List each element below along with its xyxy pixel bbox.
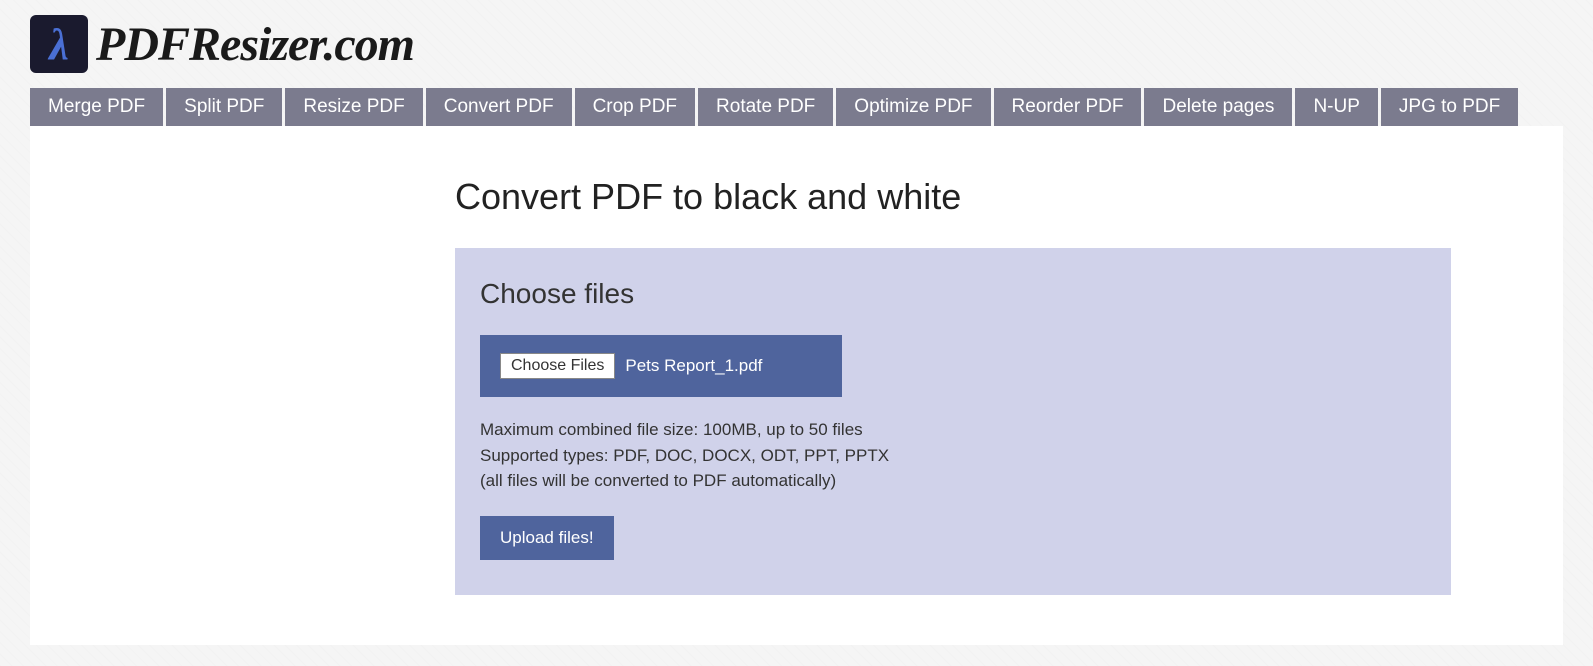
choose-files-button[interactable]: Choose Files <box>500 353 615 379</box>
nav-jpg-to-pdf[interactable]: JPG to PDF <box>1381 88 1518 126</box>
nav-rotate-pdf[interactable]: Rotate PDF <box>698 88 833 126</box>
info-max-size: Maximum combined file size: 100MB, up to… <box>480 417 1426 443</box>
file-select-wrapper[interactable]: Choose Files Pets Report_1.pdf <box>480 335 842 397</box>
upload-info-text: Maximum combined file size: 100MB, up to… <box>480 417 1426 494</box>
nav-convert-pdf[interactable]: Convert PDF <box>426 88 572 126</box>
nav-resize-pdf[interactable]: Resize PDF <box>285 88 422 126</box>
logo-icon: λ <box>30 15 88 73</box>
info-supported-types: Supported types: PDF, DOC, DOCX, ODT, PP… <box>480 443 1426 469</box>
logo[interactable]: λ PDFResizer.com <box>30 15 1563 73</box>
nav-crop-pdf[interactable]: Crop PDF <box>575 88 695 126</box>
upload-panel: Choose files Choose Files Pets Report_1.… <box>455 248 1451 595</box>
logo-text: PDFResizer.com <box>96 17 414 72</box>
logo-lambda-icon: λ <box>49 19 69 70</box>
nav-reorder-pdf[interactable]: Reorder PDF <box>994 88 1142 126</box>
nav-split-pdf[interactable]: Split PDF <box>166 88 282 126</box>
upload-files-button[interactable]: Upload files! <box>480 516 614 560</box>
nav-merge-pdf[interactable]: Merge PDF <box>30 88 163 126</box>
nav-delete-pages[interactable]: Delete pages <box>1144 88 1292 126</box>
nav-optimize-pdf[interactable]: Optimize PDF <box>836 88 990 126</box>
content-area: Convert PDF to black and white Choose fi… <box>30 126 1563 645</box>
info-conversion-note: (all files will be converted to PDF auto… <box>480 468 1426 494</box>
page-title: Convert PDF to black and white <box>455 176 1455 218</box>
panel-title: Choose files <box>480 278 1426 310</box>
nav-bar: Merge PDF Split PDF Resize PDF Convert P… <box>0 88 1593 126</box>
selected-file-name: Pets Report_1.pdf <box>625 356 762 376</box>
content-inner: Convert PDF to black and white Choose fi… <box>455 176 1455 595</box>
nav-n-up[interactable]: N-UP <box>1295 88 1377 126</box>
header: λ PDFResizer.com <box>0 0 1593 83</box>
